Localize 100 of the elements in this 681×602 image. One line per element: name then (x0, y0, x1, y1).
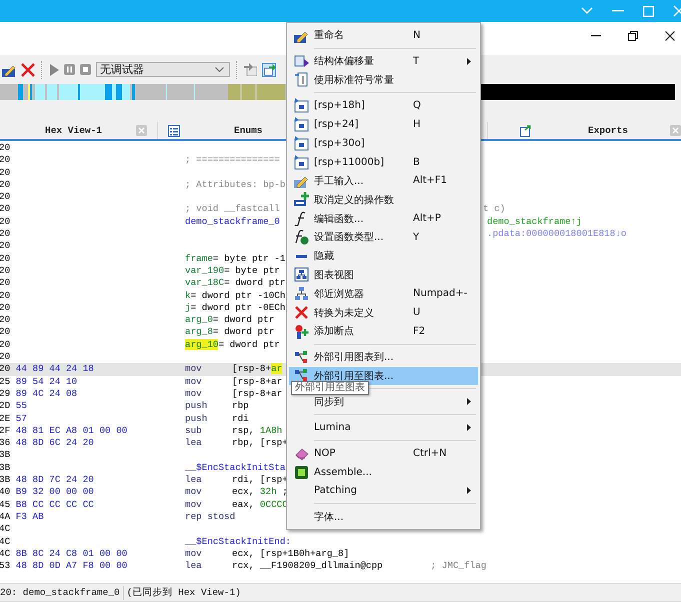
menu-item[interactable]: 取消定义的操作数 (289, 190, 478, 210)
comment: ; void __fastcall (185, 203, 280, 216)
mnemonic: push (185, 412, 208, 425)
status-location: 20: demo_stackframe_0 (0, 587, 120, 598)
opcode-bytes: 48 8D 7C 24 20 (16, 474, 94, 486)
operand: 1A8h (260, 424, 282, 436)
address: 20 (0, 314, 10, 326)
menu-item[interactable]: NOP Ctrl+N (289, 444, 478, 463)
menu-item[interactable]: 转换为未定义 U (289, 303, 478, 322)
address: 20 (0, 228, 10, 240)
address: 20 (0, 252, 10, 264)
opcode-bytes: 89 4C 24 08 (16, 388, 78, 399)
menu-item[interactable]: 图表视图 (289, 266, 478, 284)
operand: [rsp-8+ (232, 363, 272, 374)
variable-name: arg_10 (185, 338, 218, 350)
tab[interactable]: Enums (234, 125, 263, 136)
menu-item[interactable]: 外部引用图表到... (289, 348, 478, 367)
menu-item[interactable]: [rsp+18h] Q (289, 96, 478, 116)
menu-item[interactable]: 重命名 N (289, 26, 478, 45)
debugger-select[interactable]: 无调试器 (96, 62, 230, 77)
menu-item[interactable]: Lumina (289, 418, 478, 437)
menu-item[interactable]: 同步到 (289, 392, 478, 412)
variable-definition: = dword ptr (212, 314, 274, 326)
mnemonic: mov (185, 486, 203, 499)
menu-item[interactable]: 结构体偏移量 T (289, 52, 478, 71)
operand: rbp, [rsp+ (232, 437, 288, 448)
opcode-bytes: 57 (16, 412, 27, 424)
operand: ; (281, 486, 288, 498)
operand: ; JMC_flag (430, 560, 486, 572)
address: 20 (0, 338, 10, 350)
opcode-bytes: 48 8D 6C 24 20 (16, 437, 94, 448)
variable-definition: = dword ptr -0ECh (190, 302, 286, 313)
opcode-bytes: B9 32 00 00 00 (16, 486, 94, 498)
menu-item[interactable]: [rsp+11000b] B (289, 152, 478, 172)
variable-name: var_190 (185, 264, 224, 276)
address: 2F (0, 424, 10, 436)
address: 2D (0, 400, 10, 412)
address: 20 (0, 351, 10, 362)
menu-item[interactable]: 邻近浏览器 Numpad+- (289, 284, 478, 304)
address: 20 (0, 290, 10, 301)
operand: 0CCCC (260, 498, 288, 510)
cross-reference: .pdata:000000018001E818↓o (487, 228, 628, 240)
address: 20 (0, 363, 10, 374)
address: 20 (0, 203, 10, 214)
operand: rdi, [rsp+ (232, 474, 288, 486)
mnemonic: lea (185, 560, 203, 572)
variable-name: k (185, 290, 191, 301)
operand: [rsp-8+ar (232, 388, 282, 399)
opcode-bytes: 48 81 EC A8 01 00 00 (16, 424, 128, 436)
operand: rcx, __F1908209_dllmain@cpp (232, 560, 383, 572)
opcode-bytes: 48 8D 0D A7 F8 00 00 (16, 560, 128, 572)
menu-item[interactable]: 添加断点 F2 (289, 322, 478, 341)
tooltip: 外部引用至图表 (291, 381, 369, 395)
menu-item[interactable]: [rsp+24] H (289, 115, 478, 134)
variable-name: arg_8 (185, 326, 213, 338)
opcode-bytes: 55 (16, 400, 27, 412)
address: 20 (0, 240, 10, 252)
cross-reference: demo_stackframe↑j (487, 216, 583, 228)
mnemonic: mov (185, 548, 203, 560)
opcode-bytes: B8 CC CC CC CC (16, 498, 94, 510)
address: 20 (0, 191, 10, 202)
opcode-bytes: F3 AB (16, 510, 44, 522)
variable-name: frame (185, 252, 213, 264)
menu-item[interactable]: 字体... (289, 507, 478, 526)
status-sync: (已同步到 Hex View-1) (126, 586, 241, 599)
comment: ; =============== (185, 154, 280, 167)
tab[interactable]: Hex View-1 (45, 125, 135, 136)
menu-item[interactable]: Assemble... (289, 462, 478, 482)
operand: rbp (232, 400, 249, 412)
operand: ecx, [rsp+1B0h+arg_8] (232, 548, 350, 559)
opcode-bytes: 89 54 24 10 (16, 376, 78, 387)
menu-item[interactable]: 使用标准符号常量 (289, 70, 478, 90)
address: 2E (0, 412, 10, 424)
variable-definition: = byte ptr -1 (212, 252, 286, 264)
operand: [rsp-8+ar (232, 376, 282, 387)
menu-item[interactable]: 手工输入... Alt+F1 (289, 172, 478, 190)
address: 29 (0, 388, 10, 399)
mnemonic: mov (185, 376, 203, 388)
address: 20 (0, 277, 10, 288)
menu-item[interactable]: 设置函数类型... Y (289, 228, 478, 247)
mnemonic: lea (185, 437, 203, 450)
variable-name: arg_0 (185, 314, 213, 326)
opcode-bytes: 44 89 44 24 18 (16, 363, 94, 374)
address: 20 (0, 264, 10, 276)
variable-definition: = dword ptr -10Ch (190, 290, 286, 301)
variable-definition: = byte ptr (224, 264, 280, 276)
operand: rdi (232, 412, 249, 424)
variable-definition: = dword ptr (212, 326, 274, 338)
operand: 32h (260, 486, 277, 498)
address: 20 (0, 142, 10, 153)
code-label: __$EncStackInitSta (185, 462, 286, 474)
menu-item[interactable]: 编辑函数... Alt+P (289, 209, 478, 228)
menu-item[interactable]: [rsp+30o] (289, 134, 478, 153)
tab[interactable]: Exports (588, 125, 628, 136)
variable-name: var_18C (185, 277, 224, 288)
menu-item[interactable]: 隐藏 (289, 246, 478, 266)
code-label: __$EncStackInitEnd: (185, 536, 292, 548)
operand: ar (271, 363, 282, 374)
mnemonic: push (185, 400, 208, 413)
menu-item[interactable]: Patching (289, 482, 478, 500)
